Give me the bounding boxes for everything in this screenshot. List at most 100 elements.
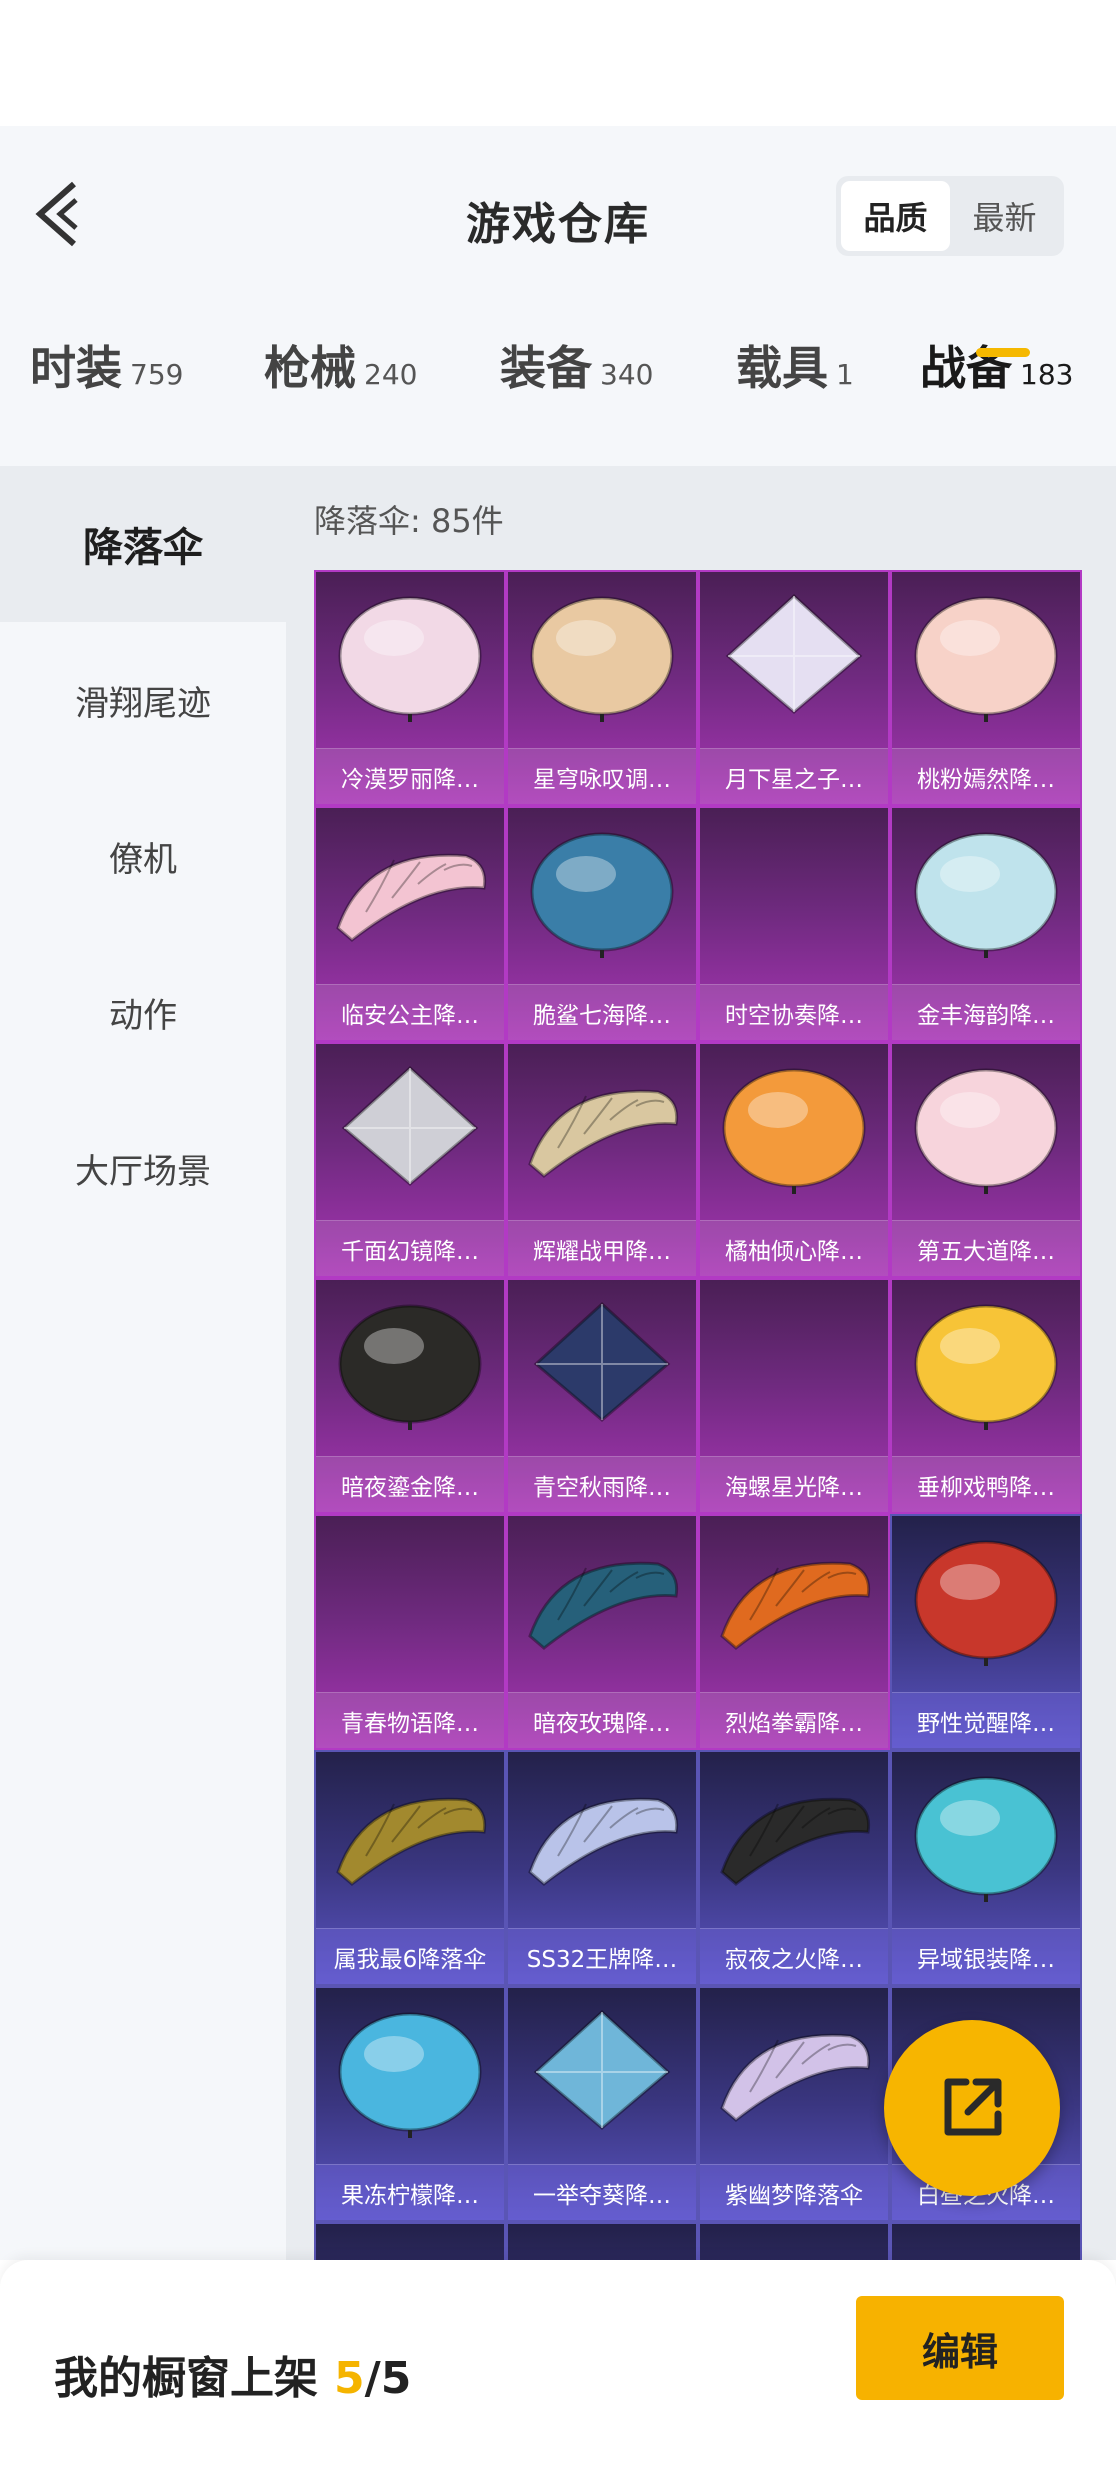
item-name: 果冻柠檬降… [316, 2164, 504, 2220]
item-name: 月下星之子… [700, 748, 888, 804]
sort-quality-option[interactable]: 品质 [841, 181, 950, 251]
sidebar-item-lobby-scene[interactable]: 大厅场景 [0, 1090, 286, 1246]
tab-vehicles[interactable]: 载具 1 [736, 332, 854, 398]
item-card[interactable]: 临安公主降… [314, 806, 506, 1042]
item-name: 橘柚倾心降… [700, 1220, 888, 1276]
item-card[interactable]: 暗夜鎏金降… [314, 1278, 506, 1514]
tab-count: 240 [364, 358, 418, 391]
tab-count: 1 [836, 358, 854, 391]
item-name: 青空秋雨降… [508, 1456, 696, 1512]
tab-fashion[interactable]: 时装 759 [30, 332, 183, 398]
tab-equipment[interactable]: 装备 340 [500, 332, 653, 398]
sidebar-item-wingman[interactable]: 僚机 [0, 778, 286, 934]
item-name: 暗夜鎏金降… [316, 1456, 504, 1512]
showcase-current-count: 5 [334, 2353, 365, 2404]
item-card[interactable]: 橘柚倾心降… [698, 1042, 890, 1278]
status-bar [0, 0, 1116, 126]
item-name: 脆鲨七海降… [508, 984, 696, 1040]
item-name: 桃粉嫣然降… [892, 748, 1080, 804]
item-name: 一举夺葵降… [508, 2164, 696, 2220]
tab-label: 战备 [920, 341, 1012, 395]
item-card[interactable] [698, 2222, 890, 2260]
tab-combat-gear[interactable]: 战备 183 [920, 332, 1073, 398]
share-fab[interactable] [884, 2020, 1060, 2196]
tab-count: 759 [130, 358, 184, 391]
item-card[interactable]: SS32王牌降… [506, 1750, 698, 1986]
item-name: 海螺星光降… [700, 1456, 888, 1512]
item-card[interactable] [314, 2222, 506, 2260]
parachute-thumbnail [722, 1068, 866, 1194]
parachute-thumbnail [528, 1797, 679, 1886]
item-content-panel: 降落伞: 85件 冷漠罗丽降… 星穹咏叹调… 月下星之子… 桃粉嫣然降… 临安公主降… 脆… [286, 466, 1116, 2260]
item-card[interactable]: 脆鲨七海降… [506, 806, 698, 1042]
item-name: 星穹咏叹调… [508, 748, 696, 804]
item-card[interactable]: 垂柳戏鸭降… [890, 1278, 1082, 1514]
item-card[interactable]: 青空秋雨降… [506, 1278, 698, 1514]
parachute-thumbnail [316, 2224, 504, 2260]
parachute-thumbnail [892, 2224, 1080, 2260]
item-card[interactable]: 属我最6降落伞 [314, 1750, 506, 1986]
parachute-thumbnail [700, 1280, 888, 1456]
item-name: 寂夜之火降… [700, 1928, 888, 1984]
item-card[interactable]: 暗夜玫瑰降… [506, 1514, 698, 1750]
edit-button[interactable]: 编辑 [856, 2296, 1064, 2400]
parachute-thumbnail [914, 1304, 1058, 1430]
item-card[interactable]: 寂夜之火降… [698, 1750, 890, 1986]
tab-label: 枪械 [264, 341, 356, 395]
item-name: 千面幻镜降… [316, 1220, 504, 1276]
parachute-thumbnail [720, 2033, 871, 2122]
item-card[interactable]: 异域银装降… [890, 1750, 1082, 1986]
parachute-thumbnail [533, 1301, 671, 1422]
sort-latest-option[interactable]: 最新 [950, 181, 1059, 251]
parachute-thumbnail [336, 1797, 487, 1886]
sidebar-item-emote[interactable]: 动作 [0, 934, 286, 1090]
parachute-thumbnail [316, 1516, 504, 1692]
sidebar-item-glide-trail[interactable]: 滑翔尾迹 [0, 622, 286, 778]
tab-weapons[interactable]: 枪械 240 [264, 332, 417, 398]
parachute-thumbnail [528, 1089, 679, 1178]
item-name: 青春物语降… [316, 1692, 504, 1748]
item-card[interactable]: 海螺星光降… [698, 1278, 890, 1514]
tab-label: 时装 [30, 341, 122, 395]
item-name: 紫幽梦降落伞 [700, 2164, 888, 2220]
item-name: 暗夜玫瑰降… [508, 1692, 696, 1748]
parachute-thumbnail [720, 1797, 871, 1886]
item-card[interactable]: 星穹咏叹调… [506, 570, 698, 806]
item-card[interactable]: 月下星之子… [698, 570, 890, 806]
showcase-label: 我的橱窗上架 [54, 2353, 318, 2404]
item-name: 临安公主降… [316, 984, 504, 1040]
item-card[interactable]: 辉耀战甲降… [506, 1042, 698, 1278]
item-card[interactable]: 冷漠罗丽降… [314, 570, 506, 806]
item-card[interactable] [506, 2222, 698, 2260]
item-card[interactable]: 紫幽梦降落伞 [698, 1986, 890, 2222]
parachute-thumbnail [528, 1561, 679, 1650]
parachute-thumbnail [725, 593, 863, 714]
parachute-thumbnail [508, 2224, 696, 2260]
parachute-thumbnail [914, 1540, 1058, 1666]
parachute-thumbnail [914, 832, 1058, 958]
parachute-thumbnail [700, 2224, 888, 2260]
item-card[interactable]: 第五大道降… [890, 1042, 1082, 1278]
item-card[interactable]: 青春物语降… [314, 1514, 506, 1750]
tab-count: 183 [1020, 358, 1074, 391]
item-card[interactable]: 桃粉嫣然降… [890, 570, 1082, 806]
parachute-thumbnail [336, 853, 487, 942]
parachute-thumbnail [338, 2012, 482, 2138]
item-card[interactable]: 一举夺葵降… [506, 1986, 698, 2222]
category-tabs: 时装 759 枪械 240 装备 340 载具 1 战备 183 [0, 332, 1116, 442]
sidebar-item-parachute[interactable]: 降落伞 [0, 466, 286, 622]
showcase-total-count: /5 [364, 2353, 412, 2404]
parachute-thumbnail [338, 596, 482, 722]
item-card[interactable]: 时空协奏降… [698, 806, 890, 1042]
item-count-title: 降落伞: 85件 [314, 502, 504, 540]
item-card[interactable]: 果冻柠檬降… [314, 1986, 506, 2222]
item-card[interactable]: 金丰海韵降… [890, 806, 1082, 1042]
item-name: SS32王牌降… [508, 1928, 696, 1984]
item-card[interactable]: 烈焰拳霸降… [698, 1514, 890, 1750]
item-name: 辉耀战甲降… [508, 1220, 696, 1276]
item-card[interactable]: 野性觉醒降… [890, 1514, 1082, 1750]
item-card[interactable] [890, 2222, 1082, 2260]
item-name: 垂柳戏鸭降… [892, 1456, 1080, 1512]
item-card[interactable]: 千面幻镜降… [314, 1042, 506, 1278]
sidebar: 降落伞 滑翔尾迹 僚机 动作 大厅场景 [0, 466, 286, 2260]
